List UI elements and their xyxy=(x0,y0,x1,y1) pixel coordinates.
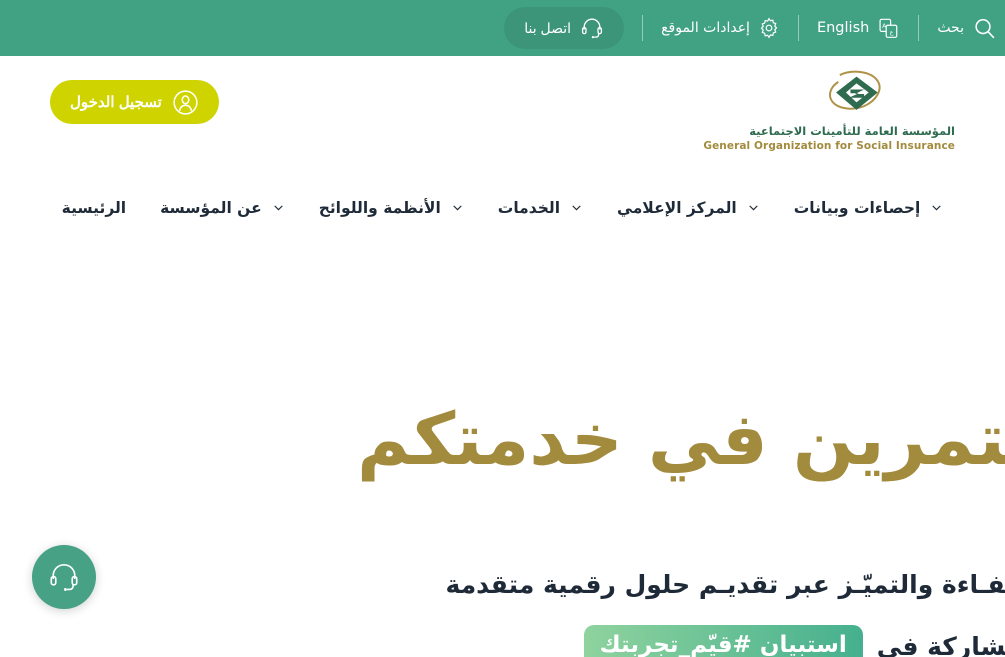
gosi-logo[interactable]: المؤسسة العامة للتأمينات الاجتماعية Gene… xyxy=(703,68,955,152)
contact-us-label: اتصل بنا xyxy=(524,19,572,36)
gear-icon xyxy=(758,17,780,39)
nav-label: الرئيسية xyxy=(61,199,127,217)
gosi-logo-mark xyxy=(755,68,955,120)
headset-icon xyxy=(580,16,604,40)
top-utility-bar: اتصل بنا إعدادات الموقع A ع English بحث xyxy=(0,0,1005,56)
search-button[interactable]: بحث xyxy=(929,7,1005,49)
login-button[interactable]: تسجيل الدخول xyxy=(50,80,219,124)
nav-item-statistics[interactable]: إحصاءات وبيانات xyxy=(777,188,961,228)
nav-label: إحصاءات وبيانات xyxy=(793,199,921,217)
site-settings-button[interactable]: إعدادات الموقع xyxy=(653,7,788,49)
language-switch-button[interactable]: A ع English xyxy=(809,7,908,49)
gosi-logo-arabic: المؤسسة العامة للتأمينات الاجتماعية xyxy=(749,124,955,138)
language-label: English xyxy=(816,20,870,36)
nav-item-media-center[interactable]: المركز الإعلامي xyxy=(600,188,777,228)
chevron-down-icon xyxy=(451,199,464,218)
contact-us-button[interactable]: اتصل بنا xyxy=(504,7,625,49)
nav-label: الخدمات xyxy=(497,199,561,217)
divider xyxy=(918,15,920,41)
page-root: اتصل بنا إعدادات الموقع A ع English بحث … xyxy=(0,0,1005,657)
nav-label: المركز الإعلامي xyxy=(617,199,737,217)
nav-item-regulations[interactable]: الأنظمة واللوائح xyxy=(302,188,481,228)
gosi-logo-english: General Organization for Social Insuranc… xyxy=(703,140,955,152)
hero-survey-line: ويسعدنا دعوتكم المشاركة في استبيان #قيّم… xyxy=(583,625,1005,657)
user-icon xyxy=(172,89,199,116)
nav-label: الأنظمة واللوائح xyxy=(318,199,441,217)
hero-section: مستمرين في خدمتكم بأعلى دراجات الكفـاءة … xyxy=(0,243,1005,657)
hero-subtitle: بأعلى دراجات الكفـاءة والتميّـز عبر تقدي… xyxy=(445,570,1005,599)
chevron-down-icon xyxy=(570,199,583,218)
nav-item-home[interactable]: الرئيسية xyxy=(45,188,143,228)
divider xyxy=(642,15,644,41)
nav-item-about[interactable]: عن المؤسسة xyxy=(143,188,302,228)
top-utility-items: اتصل بنا إعدادات الموقع A ع English بحث xyxy=(454,0,1005,56)
nav-label: عن المؤسسة xyxy=(160,199,262,217)
chevron-down-icon xyxy=(930,199,943,218)
language-swap-icon: A ع xyxy=(877,17,900,40)
divider xyxy=(797,15,799,41)
main-navigation: إحصاءات وبيانات المركز الإعلامي الخدمات … xyxy=(0,173,1005,243)
site-header: تسجيل الدخول المؤسسة العامة للتأمينات ال… xyxy=(0,56,1005,173)
chevron-down-icon xyxy=(747,199,760,218)
hero-title: مستمرين في خدمتكم xyxy=(356,397,1005,481)
site-settings-label: إعدادات الموقع xyxy=(661,20,750,36)
survey-badge[interactable]: استبيان #قيّم_تجربتك xyxy=(583,625,863,657)
search-label: بحث xyxy=(937,20,964,36)
nav-item-services[interactable]: الخدمات xyxy=(481,188,600,228)
svg-text:ع: ع xyxy=(890,29,894,36)
headset-icon xyxy=(47,560,81,594)
search-icon xyxy=(972,16,997,41)
chevron-down-icon xyxy=(272,199,285,218)
floating-support-button[interactable] xyxy=(32,545,96,609)
hero-survey-text: ويسعدنا دعوتكم المشاركة في xyxy=(876,631,1005,657)
login-label: تسجيل الدخول xyxy=(70,94,162,111)
